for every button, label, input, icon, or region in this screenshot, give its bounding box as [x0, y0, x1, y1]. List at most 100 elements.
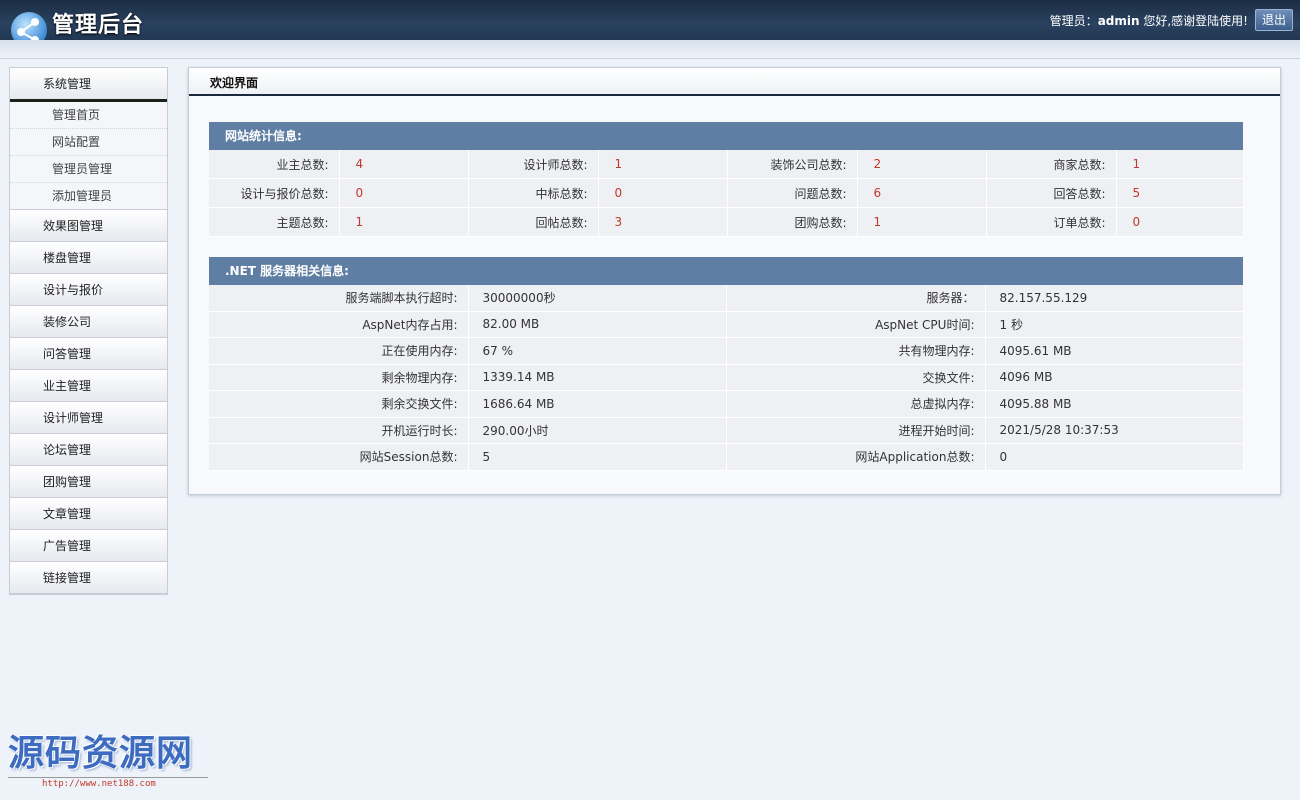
server-label: 剩余交换文件: [209, 390, 469, 418]
server-value: 290.00小时 [468, 417, 727, 444]
stat-label: 设计与报价总数: [209, 178, 340, 208]
menu-group-forum[interactable]: 论坛管理 [10, 434, 167, 466]
server-value: 82.00 MB [468, 311, 727, 338]
logout-button[interactable]: 退出 [1255, 9, 1293, 31]
stat-label: 团购总数: [727, 207, 858, 237]
server-value: 4095.61 MB [985, 337, 1244, 365]
server-label: AspNet CPU时间: [726, 311, 986, 338]
table-row: 开机运行时长: 290.00小时 进程开始时间: 2021/5/28 10:37… [209, 417, 1244, 444]
server-table: 服务端脚本执行超时: 30000000秒 服务器： 82.157.55.129 … [209, 285, 1244, 471]
stats-section: 网站统计信息: 业主总数: 4 设计师总数: 1 装饰公司总数: 2 商家总数:… [209, 122, 1244, 237]
table-row: 网站Session总数: 5 网站Application总数: 0 [209, 443, 1244, 471]
menu-group-designers[interactable]: 设计师管理 [10, 402, 167, 434]
stat-value: 1 [339, 207, 469, 237]
server-value: 0 [985, 443, 1244, 471]
stat-value: 1 [1116, 150, 1244, 179]
watermark-url: http://www.net188.com [8, 777, 208, 790]
server-label: 服务器： [726, 285, 986, 312]
stat-value: 0 [598, 178, 728, 208]
server-label: 剩余物理内存: [209, 364, 469, 391]
table-row: 剩余交换文件: 1686.64 MB 总虚拟内存: 4095.88 MB [209, 390, 1244, 418]
stat-value: 3 [598, 207, 728, 237]
stat-label: 业主总数: [209, 150, 340, 179]
stat-value: 5 [1116, 178, 1244, 208]
server-value: 30000000秒 [468, 285, 727, 312]
welcome-prefix: 管理员： [1049, 14, 1098, 28]
stats-table: 业主总数: 4 设计师总数: 1 装饰公司总数: 2 商家总数: 1 设计与报价… [209, 150, 1244, 237]
menu-group-properties[interactable]: 楼盘管理 [10, 242, 167, 274]
stat-label: 订单总数: [986, 207, 1117, 237]
submenu-item-admin-manage[interactable]: 管理员管理 [10, 156, 167, 183]
stat-label: 主题总数: [209, 207, 340, 237]
server-label: 服务端脚本执行超时: [209, 285, 469, 312]
page-title: 欢迎界面 [189, 68, 1280, 96]
username: admin [1097, 14, 1140, 28]
sidebar: 系统管理 管理首页 网站配置 管理员管理 添加管理员 效果图管理 楼盘管理 设计… [9, 67, 168, 595]
table-row: 设计与报价总数: 0 中标总数: 0 问题总数: 6 回答总数: 5 [209, 178, 1244, 208]
stat-value: 4 [339, 150, 469, 179]
welcome-message: 管理员：admin 您好,感谢登陆使用! [1050, 12, 1248, 29]
menu-group-articles[interactable]: 文章管理 [10, 498, 167, 530]
stat-value: 2 [857, 150, 987, 179]
server-value: 4096 MB [985, 364, 1244, 391]
menu-group-qa[interactable]: 问答管理 [10, 338, 167, 370]
main-panel: 欢迎界面 网站统计信息: 业主总数: 4 设计师总数: 1 装饰公司总数: 2 … [188, 67, 1281, 495]
welcome-suffix: 您好,感谢登陆使用! [1139, 14, 1248, 28]
table-row: 正在使用内存: 67 % 共有物理内存: 4095.61 MB [209, 337, 1244, 365]
menu-group-design-quote[interactable]: 设计与报价 [10, 274, 167, 306]
stat-label: 商家总数: [986, 150, 1117, 179]
server-label: 进程开始时间: [726, 417, 986, 444]
server-label: AspNet内存占用: [209, 311, 469, 338]
stat-value: 6 [857, 178, 987, 208]
watermark: 源码资源网 http://www.net188.com [8, 733, 208, 790]
server-value: 67 % [468, 337, 727, 365]
server-value: 82.157.55.129 [985, 285, 1244, 312]
table-row: 剩余物理内存: 1339.14 MB 交换文件: 4096 MB [209, 364, 1244, 391]
server-label: 网站Session总数: [209, 443, 469, 471]
menu-group-ads[interactable]: 广告管理 [10, 530, 167, 562]
watermark-text: 源码资源网 [8, 733, 194, 774]
stat-label: 装饰公司总数: [727, 150, 858, 179]
submenu-item-add-admin[interactable]: 添加管理员 [10, 183, 167, 210]
stat-value: 1 [857, 207, 987, 237]
server-value: 1 秒 [985, 311, 1244, 338]
menu-group-owners[interactable]: 业主管理 [10, 370, 167, 402]
stats-section-heading: 网站统计信息: [209, 122, 1243, 150]
server-value: 1686.64 MB [468, 390, 727, 418]
menu-group-renderings[interactable]: 效果图管理 [10, 210, 167, 242]
submenu-system: 管理首页 网站配置 管理员管理 添加管理员 [10, 102, 167, 210]
submenu-item-admin-home[interactable]: 管理首页 [10, 102, 167, 129]
stat-label: 设计师总数: [468, 150, 599, 179]
server-value: 1339.14 MB [468, 364, 727, 391]
server-label: 正在使用内存: [209, 337, 469, 365]
server-label: 总虚拟内存: [726, 390, 986, 418]
menu-group-group-buy[interactable]: 团购管理 [10, 466, 167, 498]
server-label: 共有物理内存: [726, 337, 986, 365]
submenu-item-site-config[interactable]: 网站配置 [10, 129, 167, 156]
server-label: 网站Application总数: [726, 443, 986, 471]
menu-group-links[interactable]: 链接管理 [10, 562, 167, 594]
stat-value: 0 [1116, 207, 1244, 237]
server-value: 4095.88 MB [985, 390, 1244, 418]
table-row: 业主总数: 4 设计师总数: 1 装饰公司总数: 2 商家总数: 1 [209, 150, 1244, 179]
server-section: .NET 服务器相关信息: 服务端脚本执行超时: 30000000秒 服务器： … [209, 257, 1244, 471]
server-label: 交换文件: [726, 364, 986, 391]
table-row: AspNet内存占用: 82.00 MB AspNet CPU时间: 1 秒 [209, 311, 1244, 338]
stat-label: 回答总数: [986, 178, 1117, 208]
server-section-heading: .NET 服务器相关信息: [209, 257, 1243, 285]
stat-value: 1 [598, 150, 728, 179]
server-value: 2021/5/28 10:37:53 [985, 417, 1244, 444]
server-label: 开机运行时长: [209, 417, 469, 444]
stat-label: 回帖总数: [468, 207, 599, 237]
server-value: 5 [468, 443, 727, 471]
header-strip [0, 40, 1300, 59]
app-title: 管理后台 [52, 13, 145, 38]
stat-label: 中标总数: [468, 178, 599, 208]
top-header: 管理后台 管理员：admin 您好,感谢登陆使用! 退出 [0, 0, 1300, 48]
menu-group-decoration-company[interactable]: 装修公司 [10, 306, 167, 338]
table-row: 服务端脚本执行超时: 30000000秒 服务器： 82.157.55.129 [209, 285, 1244, 312]
stat-label: 问题总数: [727, 178, 858, 208]
table-row: 主题总数: 1 回帖总数: 3 团购总数: 1 订单总数: 0 [209, 207, 1244, 237]
menu-group-system[interactable]: 系统管理 [10, 68, 167, 102]
stat-value: 0 [339, 178, 469, 208]
